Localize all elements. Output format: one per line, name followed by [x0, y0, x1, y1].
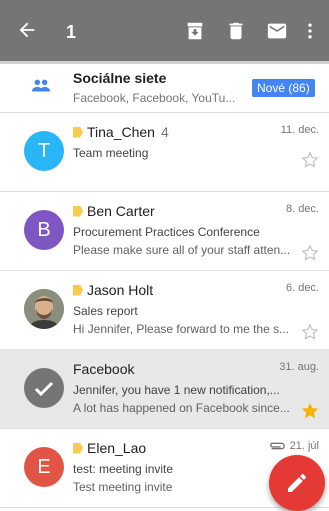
avatar[interactable]: T — [24, 131, 64, 171]
email-snippet: Hi Jennifer, Please forward to me the s.… — [73, 322, 290, 336]
attachment-icon — [269, 442, 285, 450]
selected-count: 1 — [66, 22, 77, 42]
sender-line: Elen_Lao — [73, 440, 146, 456]
promo-title: Sociálne siete — [73, 70, 167, 86]
pencil-icon — [288, 473, 306, 492]
star-filled-icon[interactable] — [301, 402, 319, 420]
sender-line: Jason Holt — [73, 282, 153, 298]
email-subject: Procurement Practices Conference — [73, 225, 260, 239]
star-outline-icon[interactable] — [301, 323, 319, 341]
sender-line: Tina_Chen 4 — [73, 124, 169, 140]
email-subject: Jennifer, you have 1 new notification,..… — [73, 383, 280, 397]
email-row[interactable]: Jason Holt 6. dec. Sales report Hi Jenni… — [0, 271, 329, 350]
promo-category-row[interactable]: Sociálne siete Facebook, Facebook, YouTu… — [0, 64, 329, 113]
email-date: 31. aug. — [279, 361, 319, 373]
thread-count: 4 — [160, 124, 169, 140]
avatar[interactable]: E — [24, 447, 64, 487]
email-row[interactable]: T Tina_Chen 4 11. dec. Team meeting — [0, 113, 329, 192]
sender-line: Ben Carter — [73, 203, 155, 219]
avatar-photo[interactable] — [24, 289, 64, 329]
sender-name: Ben Carter — [87, 203, 155, 219]
selected-check-icon[interactable] — [24, 368, 64, 408]
sender-name: Jason Holt — [87, 282, 154, 298]
archive-icon[interactable] — [184, 20, 206, 42]
email-date: 11. dec. — [280, 124, 319, 136]
trash-icon[interactable] — [225, 20, 247, 42]
sender-name: Facebook — [73, 361, 135, 377]
important-marker-icon — [73, 205, 83, 217]
email-snippet: Test meeting invite — [73, 480, 173, 494]
email-date: 8. dec. — [285, 203, 319, 215]
back-arrow-icon[interactable] — [16, 19, 38, 41]
compose-button[interactable] — [269, 455, 325, 511]
mail-icon[interactable] — [266, 20, 288, 42]
important-marker-icon — [73, 442, 83, 454]
email-list: Sociálne siete Facebook, Facebook, YouTu… — [0, 64, 329, 508]
important-marker-icon — [73, 126, 83, 138]
new-count-badge: Nové (86) — [252, 79, 315, 97]
email-subject: Team meeting — [73, 146, 149, 160]
email-date-line: 21. júl — [268, 440, 319, 452]
people-icon — [30, 77, 52, 95]
email-subject: Sales report — [73, 304, 138, 318]
sender-name: Tina_Chen — [87, 124, 155, 140]
sender-line: Facebook — [73, 361, 134, 377]
action-bar: 1 — [0, 0, 329, 64]
star-outline-icon[interactable] — [301, 244, 319, 262]
email-row-selected[interactable]: Facebook 31. aug. Jennifer, you have 1 n… — [0, 350, 329, 429]
email-date: 21. júl — [289, 440, 319, 452]
email-snippet: A lot has happened on Facebook since... — [73, 401, 290, 415]
avatar[interactable]: B — [24, 210, 64, 250]
email-row[interactable]: B Ben Carter 8. dec. Procurement Practic… — [0, 192, 329, 271]
star-outline-icon[interactable] — [301, 151, 319, 169]
email-subject: test: meeting invite — [73, 462, 174, 476]
important-marker-icon — [73, 284, 83, 296]
more-vert-icon[interactable] — [300, 20, 320, 42]
email-snippet: Please make sure all of your staff atten… — [73, 243, 291, 257]
email-date: 6. dec. — [285, 282, 319, 294]
sender-name: Elen_Lao — [87, 440, 147, 456]
promo-senders: Facebook, Facebook, YouTu... — [73, 91, 236, 105]
